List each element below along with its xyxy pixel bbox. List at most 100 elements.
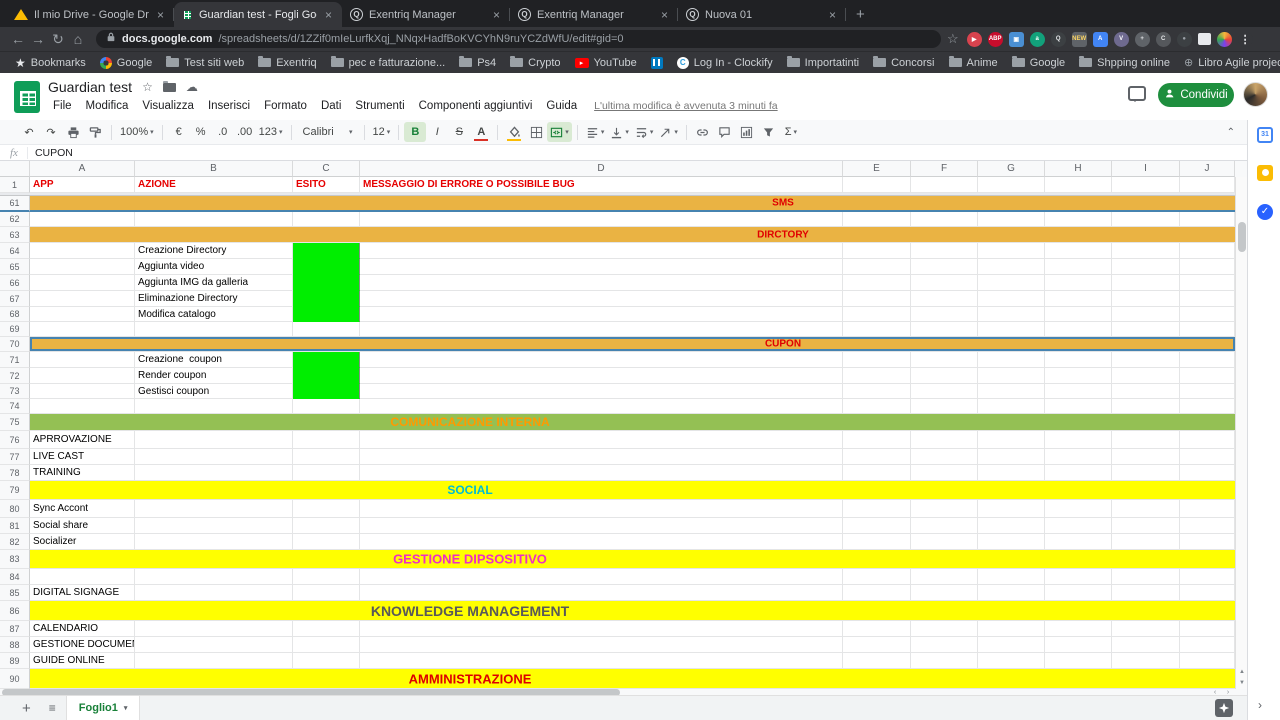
cell-E76[interactable]: [843, 431, 911, 449]
cell-C71[interactable]: [293, 352, 360, 368]
cell-H82[interactable]: [1045, 534, 1112, 550]
cell-D81[interactable]: [360, 518, 843, 534]
cell-D66[interactable]: [360, 275, 843, 291]
row-number[interactable]: 83: [0, 550, 30, 569]
column-header-J[interactable]: J: [1180, 161, 1235, 177]
merged-band-row-83[interactable]: GESTIONE DIPSOSITIVO: [30, 550, 1235, 569]
move-folder-icon[interactable]: [163, 83, 176, 92]
home-button[interactable]: ⌂: [68, 31, 88, 48]
cell-G68[interactable]: [978, 307, 1045, 322]
cell-F89[interactable]: [911, 653, 978, 669]
cell-F87[interactable]: [911, 621, 978, 637]
cell-A73[interactable]: [30, 384, 135, 399]
scroll-up-icon[interactable]: ▲: [1237, 667, 1247, 677]
row-number[interactable]: 1: [0, 177, 30, 193]
cell-D82[interactable]: [360, 534, 843, 550]
document-title[interactable]: Guardian test: [48, 79, 132, 95]
cell-I87[interactable]: [1112, 621, 1180, 637]
cell-H84[interactable]: [1045, 569, 1112, 585]
cell-B74[interactable]: [135, 399, 293, 414]
row-number[interactable]: 71: [0, 352, 30, 368]
cell-G88[interactable]: [978, 637, 1045, 653]
sheet-tab-foglio1[interactable]: Foglio1 ▾: [66, 696, 141, 720]
cell-C69[interactable]: [293, 322, 360, 337]
row-number[interactable]: 80: [0, 500, 30, 518]
cell-A85[interactable]: DIGITAL SIGNAGE: [30, 585, 135, 601]
column-header-F[interactable]: F: [911, 161, 978, 177]
cell-F74[interactable]: [911, 399, 978, 414]
cell-C62[interactable]: [293, 212, 360, 227]
strikethrough-button[interactable]: S: [448, 122, 470, 142]
cell-F77[interactable]: [911, 449, 978, 465]
row-number[interactable]: 82: [0, 534, 30, 550]
cell-I77[interactable]: [1112, 449, 1180, 465]
increase-decimals-button[interactable]: .00: [234, 122, 256, 142]
insert-link-button[interactable]: [692, 122, 714, 142]
cell-F82[interactable]: [911, 534, 978, 550]
cell-E74[interactable]: [843, 399, 911, 414]
cell-I84[interactable]: [1112, 569, 1180, 585]
cell-G87[interactable]: [978, 621, 1045, 637]
windows-extension[interactable]: ▣: [1009, 32, 1024, 47]
row-number[interactable]: 90: [0, 669, 30, 689]
cell-A67[interactable]: [30, 291, 135, 307]
cell-I81[interactable]: [1112, 518, 1180, 534]
new-tab-button[interactable]: +: [846, 6, 875, 27]
cell-D68[interactable]: [360, 307, 843, 322]
calendar-icon[interactable]: 31: [1257, 127, 1273, 143]
cell-E67[interactable]: [843, 291, 911, 307]
cell-J74[interactable]: [1180, 399, 1235, 414]
row-number[interactable]: 65: [0, 259, 30, 275]
row-number[interactable]: 81: [0, 518, 30, 534]
cell-I68[interactable]: [1112, 307, 1180, 322]
back-button[interactable]: ←: [8, 31, 28, 48]
cell-F80[interactable]: [911, 500, 978, 518]
cell-A78[interactable]: TRAINING: [30, 465, 135, 481]
cell-C74[interactable]: [293, 399, 360, 414]
cell-J66[interactable]: [1180, 275, 1235, 291]
all-sheets-button[interactable]: ≡: [39, 701, 66, 715]
cell-G82[interactable]: [978, 534, 1045, 550]
column-header-C[interactable]: C: [293, 161, 360, 177]
text-rotation-button[interactable]: ▾: [656, 122, 681, 142]
row-number[interactable]: 87: [0, 621, 30, 637]
select-all-corner[interactable]: [0, 161, 30, 177]
cell-A84[interactable]: [30, 569, 135, 585]
profile-avatar[interactable]: [1217, 32, 1232, 47]
cell-A74[interactable]: [30, 399, 135, 414]
insert-chart-button[interactable]: [736, 122, 758, 142]
undo-button[interactable]: ↶: [18, 122, 40, 142]
cell-B85[interactable]: [135, 585, 293, 601]
cell-B76[interactable]: [135, 431, 293, 449]
cell-F73[interactable]: [911, 384, 978, 399]
cell-F88[interactable]: [911, 637, 978, 653]
browser-menu[interactable]: ⋮: [1238, 32, 1253, 47]
cell-H1[interactable]: [1045, 177, 1112, 193]
bookmark-item[interactable]: [646, 57, 668, 69]
bookmark-item[interactable]: pec e fatturazione...: [326, 57, 451, 69]
cell-B72[interactable]: Render coupon: [135, 368, 293, 384]
cell-H77[interactable]: [1045, 449, 1112, 465]
cell-E68[interactable]: [843, 307, 911, 322]
merged-band-row-86[interactable]: KNOWLEDGE MANAGEMENT: [30, 601, 1235, 621]
cell-B69[interactable]: [135, 322, 293, 337]
cell-C85[interactable]: [293, 585, 360, 601]
row-number[interactable]: 74: [0, 399, 30, 414]
cell-D69[interactable]: [360, 322, 843, 337]
cell-J73[interactable]: [1180, 384, 1235, 399]
cell-H85[interactable]: [1045, 585, 1112, 601]
cell-I78[interactable]: [1112, 465, 1180, 481]
adblock-plus-extension[interactable]: ABP: [988, 32, 1003, 47]
cell-B71[interactable]: Creazione coupon: [135, 352, 293, 368]
row-number[interactable]: 77: [0, 449, 30, 465]
row-number[interactable]: 63: [0, 227, 30, 243]
horizontal-align-button[interactable]: ▾: [583, 122, 608, 142]
row-number[interactable]: 78: [0, 465, 30, 481]
cell-I1[interactable]: [1112, 177, 1180, 193]
cell-C88[interactable]: [293, 637, 360, 653]
cell-A1[interactable]: APP: [30, 177, 135, 193]
cell-G85[interactable]: [978, 585, 1045, 601]
menu-visualizza[interactable]: Visualizza: [135, 98, 201, 114]
paint-format-button[interactable]: [84, 122, 106, 142]
bookmark-item[interactable]: Ps4: [454, 57, 501, 69]
